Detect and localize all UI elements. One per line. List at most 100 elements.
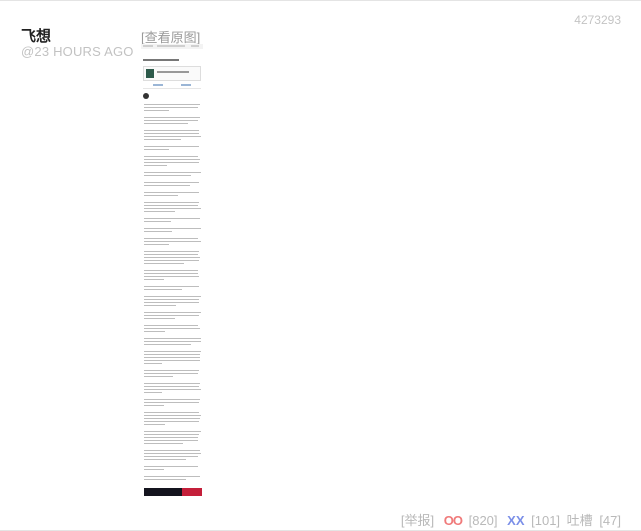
thumbnail-text-line [144,136,201,137]
thumbnail-text-line [144,289,182,290]
thumbnail-text-line [144,437,198,438]
thumbnail-text-line [144,357,200,358]
thumbnail-text-line [144,466,198,467]
thumbnail-text-line [144,305,176,306]
thumbnail-text-line [144,421,199,422]
thumbnail-text-line [144,185,190,186]
thumbnail-text-line [144,331,165,332]
comments-count: [47] [599,513,621,528]
thumbnail-text-line [144,182,199,183]
thumbnail-text-line [144,315,199,316]
report-link[interactable]: [举报] [401,513,434,528]
thumbnail-text-line [144,218,200,219]
thumbnail-text-line [144,257,200,258]
thumbnail-text-line [144,228,201,229]
thumbnail-text-line [144,241,201,242]
thumbnail-text-line [144,205,198,206]
thumbnail-text-line [144,373,198,374]
thumbnail-text-line [144,159,200,160]
thumbnail-text-line [144,415,201,416]
thumbnail-text-line [144,107,198,108]
thumbnail-text-line [144,456,198,457]
thumbnail-text-line [144,431,201,432]
thumbnail-title [143,59,179,61]
thumbnail-promo-card [143,66,201,81]
thumbnail-text-line [144,344,191,345]
thumbnail-text-line [144,273,198,274]
thumbnail-text-line [144,192,199,193]
thumbnail-text-line [144,254,198,255]
thumbnail-text-line [144,244,169,245]
thumbnail-text-line [144,434,199,435]
thumbnail-text-line [144,424,165,425]
thumbnail-text-line [144,260,199,261]
thumbnail-text-line [144,399,200,400]
thumbnail-text-line [144,263,184,264]
thumbnail-text-line [144,202,199,203]
thumbnail-text-line [144,279,164,280]
oo-vote-button[interactable]: OO [444,513,463,528]
thumbnail-text-line [144,418,200,419]
post-id[interactable]: 4273293 [574,13,621,27]
thumbnail-text-line [144,175,191,176]
thumbnail-text-line [144,120,198,121]
thumbnail-text-line [144,104,200,105]
thumbnail-text-line [144,338,201,339]
thumbnail-text-line [144,162,199,163]
thumbnail-text-line [144,363,162,364]
post-footer: [举报] OO [820] XX [101] 吐槽 [47] [398,510,621,529]
post-card: 飞想 @23 HOURS AGO [查看原图] 4273293 [举报] OO … [0,0,641,531]
thumbnail-text-line [144,450,200,451]
thumbnail-avatar [143,93,149,99]
oo-count: [820] [468,513,498,528]
thumbnail-text-line [144,370,199,371]
thumbnail-text-line [144,286,199,287]
thumbnail-text-line [144,130,199,131]
thumbnail-text-line [144,328,200,329]
thumbnail-text-line [144,443,183,444]
thumbnail-text-line [144,270,198,271]
thumbnail-text-line [144,299,199,300]
thumbnail-text-line [144,302,199,303]
thumbnail-text-line [144,172,201,173]
post-time: @23 HOURS AGO [21,44,134,59]
thumbnail-text-line [144,412,199,413]
thumbnail-text-line [144,341,201,342]
comments-link[interactable]: 吐槽 [567,513,593,528]
thumbnail-text-line [144,376,173,377]
thumbnail-text-line [144,325,198,326]
thumbnail-text-line [144,221,171,222]
xx-vote-button[interactable]: XX [507,513,524,528]
thumbnail-text-line [144,146,199,147]
thumbnail-text-line [144,156,198,157]
thumbnail-text-line [144,110,169,111]
thumbnail-text-line [144,123,188,124]
thumbnail-text-line [144,208,201,209]
thumbnail-text-line [144,479,186,480]
thumbnail-text-line [144,476,200,477]
thumbnail-text-line [144,312,201,313]
thumbnail-text-line [144,149,169,150]
thumbnail-text-line [144,276,199,277]
thumbnail-text-line [144,351,201,352]
thumbnail-text-line [144,231,172,232]
thumbnail-text-line [144,360,200,361]
thumbnail-text-line [144,459,186,460]
thumbnail-text-line [144,405,164,406]
thumbnail-action-bar [143,84,201,89]
author-name[interactable]: 飞想 [21,25,51,46]
thumbnail-text-line [144,383,200,384]
thumbnail-text-line [144,469,164,470]
thumbnail-text-line [144,389,201,390]
thumbnail-topbar [141,44,203,49]
xx-count: [101] [531,513,561,528]
thumbnail-text-line [144,402,199,403]
thumbnail-text-line [144,211,175,212]
thumbnail-text-line [144,117,200,118]
thumbnail-text-line [144,392,162,393]
thumbnail-text-line [144,133,199,134]
post-image-thumbnail[interactable] [141,44,203,496]
thumbnail-text-line [144,251,199,252]
thumbnail-text-line [144,386,199,387]
thumbnail-text-line [144,195,178,196]
